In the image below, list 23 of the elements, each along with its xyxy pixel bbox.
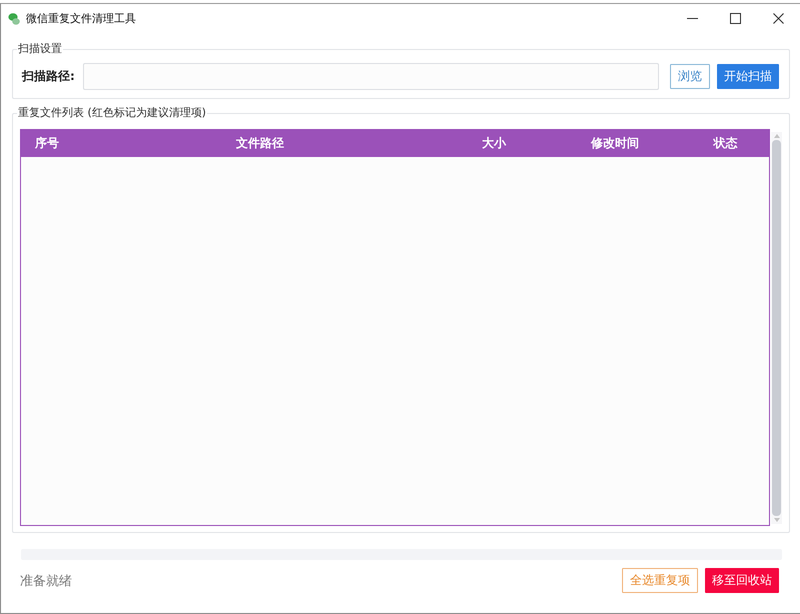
scan-button[interactable]: 浏览 [670,64,710,89]
column-header[interactable]: 状态 [714,135,738,152]
action-button[interactable]: 移至回收站 [705,568,779,593]
window-title: 微信重复文件清理工具 [26,11,136,26]
scroll-down-icon[interactable] [774,518,780,522]
path-input-field[interactable] [82,63,659,90]
group-legend: 重复文件列表 (红色标记为建议清理项) [17,105,208,121]
action-button[interactable]: 全选重复项 [622,568,698,593]
scrollbar-thumb[interactable] [772,140,781,516]
scan-button[interactable]: 开始扫描 [717,64,779,89]
column-header[interactable]: 文件路径 [236,135,284,152]
scrollbar[interactable] [771,132,782,524]
group-legend: 扫描设置 [17,41,63,57]
scroll-up-icon[interactable] [774,134,780,138]
column-header[interactable]: 大小 [482,135,506,152]
path-label: 扫描路径: [22,68,75,85]
close-icon [773,13,784,24]
minimize-icon [687,18,698,19]
status-text: 准备就绪 [20,572,72,590]
column-header[interactable]: 序号 [35,135,59,152]
chat-bubbles-icon [8,12,20,26]
maximize-icon [730,13,741,24]
column-header[interactable]: 修改时间 [591,135,639,152]
